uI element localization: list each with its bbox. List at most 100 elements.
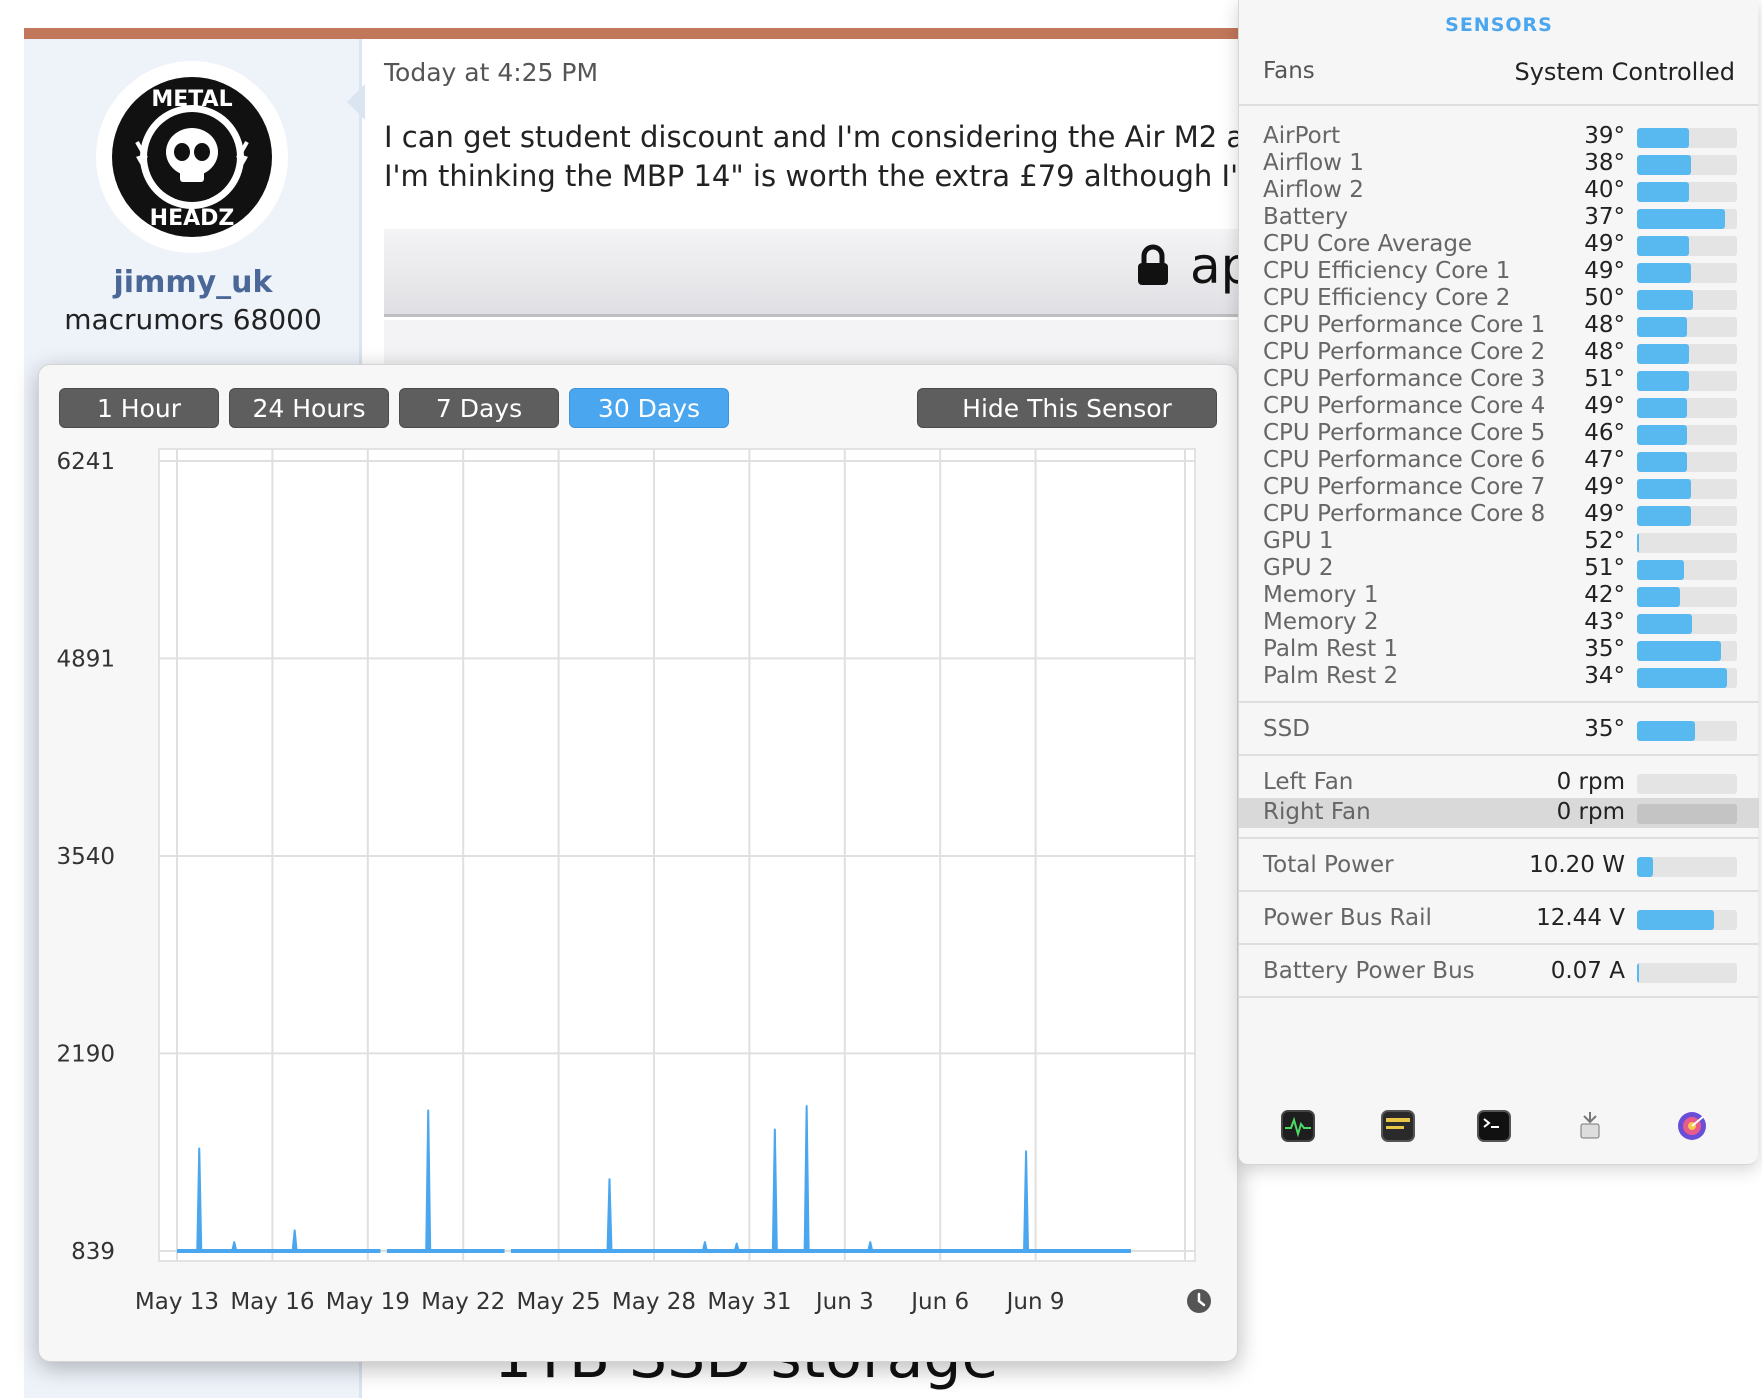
terminal-icon[interactable] [1477, 1110, 1511, 1142]
sensor-name: CPU Performance Core 3 [1263, 366, 1546, 392]
sensor-row[interactable]: SSD 35° [1239, 715, 1759, 745]
sensor-name: Battery Power Bus [1263, 958, 1475, 984]
sensor-level-bar [1637, 587, 1737, 607]
sensor-row[interactable]: Total Power 10.20 W [1239, 851, 1759, 881]
sensor-value: 52° [1584, 528, 1625, 554]
sensor-row[interactable]: CPU Performance Core 4 49° [1239, 392, 1759, 422]
sensor-row[interactable]: CPU Efficiency Core 2 50° [1239, 284, 1759, 314]
chart-grid [158, 448, 1196, 1262]
sensor-name: SSD [1263, 716, 1310, 742]
y-tick-label: 3540 [56, 844, 115, 870]
x-axis-ticks: May 13 May 16 May 19 May 22 May 25 May 28 May … [135, 1289, 1065, 1315]
disk-utility-icon[interactable] [1675, 1110, 1709, 1142]
sensor-value: 49° [1584, 393, 1625, 419]
sensor-level-fill [1637, 425, 1687, 445]
sensor-row[interactable]: Left Fan 0 rpm [1239, 768, 1759, 798]
sensor-level-fill [1637, 128, 1689, 148]
sensor-level-fill [1637, 479, 1691, 499]
y-tick-label: 839 [71, 1239, 115, 1265]
sensor-row[interactable]: Battery 37° [1239, 203, 1759, 233]
sensor-level-fill [1637, 506, 1691, 526]
y-tick-label: 4891 [56, 646, 115, 672]
sensor-name: Airflow 1 [1263, 150, 1364, 176]
sensor-row[interactable]: CPU Performance Core 2 48° [1239, 338, 1759, 368]
sensor-value: 48° [1584, 312, 1625, 338]
sensor-value: 10.20 W [1529, 852, 1625, 878]
sensor-level-fill [1637, 290, 1693, 310]
sensor-value: 0 rpm [1556, 769, 1625, 795]
sensor-row[interactable]: GPU 1 52° [1239, 527, 1759, 557]
sensor-row[interactable]: CPU Efficiency Core 1 49° [1239, 257, 1759, 287]
sensor-level-fill [1637, 317, 1687, 337]
y-tick-label: 6241 [56, 449, 115, 475]
sensor-name: AirPort [1263, 123, 1341, 149]
sensor-level-bar [1637, 155, 1737, 175]
sensor-row[interactable]: CPU Performance Core 8 49° [1239, 500, 1759, 530]
sensor-divider [1239, 996, 1759, 998]
sensor-level-bar [1637, 479, 1737, 499]
x-tick-label: May 19 [326, 1289, 410, 1315]
sensor-name: Airflow 2 [1263, 177, 1364, 203]
clock-icon[interactable] [1187, 1289, 1211, 1313]
sensor-row[interactable]: Right Fan 0 rpm [1239, 798, 1759, 828]
sensor-name: GPU 2 [1263, 555, 1334, 581]
sensor-history-window: 1 Hour 24 Hours 7 Days 30 Days Hide This… [38, 364, 1238, 1362]
sensor-value: 50° [1584, 285, 1625, 311]
activity-monitor-icon[interactable] [1281, 1110, 1315, 1142]
fans-mode-row[interactable]: Fans System Controlled [1239, 56, 1759, 106]
sensor-divider [1239, 701, 1759, 703]
sensor-row[interactable]: CPU Core Average 49° [1239, 230, 1759, 260]
sensor-name: Total Power [1263, 852, 1394, 878]
y-axis-ticks: 6241 4891 3540 2190 839 [56, 449, 115, 1265]
sensor-name: Memory 2 [1263, 609, 1379, 635]
x-tick-label: May 31 [707, 1289, 791, 1315]
sensor-row[interactable]: Palm Rest 1 35° [1239, 635, 1759, 665]
sensor-level-bar [1637, 910, 1737, 930]
sensor-row[interactable]: Battery Power Bus 0.07 A [1239, 957, 1759, 987]
sensor-row[interactable]: Memory 2 43° [1239, 608, 1759, 638]
sensor-row[interactable]: Palm Rest 2 34° [1239, 662, 1759, 692]
user-title: macrumors 68000 [64, 303, 322, 336]
sensor-level-bar [1637, 452, 1737, 472]
sensor-value: 12.44 V [1536, 905, 1625, 931]
sensor-name: GPU 1 [1263, 528, 1334, 554]
sensor-row[interactable]: Memory 1 42° [1239, 581, 1759, 611]
sensors-title: SENSORS [1445, 14, 1553, 36]
sensor-name: CPU Performance Core 6 [1263, 447, 1546, 473]
sensor-name: Battery [1263, 204, 1349, 230]
avatar[interactable]: METAL HEADZ [96, 61, 288, 253]
sensor-row[interactable]: AirPort 39° [1239, 122, 1759, 152]
sensor-row[interactable]: GPU 2 51° [1239, 554, 1759, 584]
sensor-row[interactable]: CPU Performance Core 6 47° [1239, 446, 1759, 476]
sensor-row[interactable]: CPU Performance Core 5 46° [1239, 419, 1759, 449]
system-information-icon[interactable] [1573, 1110, 1607, 1142]
sensor-level-bar [1637, 668, 1737, 688]
sensor-level-bar [1637, 182, 1737, 202]
sensor-level-fill [1637, 963, 1639, 983]
sensor-value: 39° [1584, 123, 1625, 149]
sensor-row[interactable]: Airflow 1 38° [1239, 149, 1759, 179]
sensor-row[interactable]: Power Bus Rail 12.44 V [1239, 904, 1759, 934]
sensor-level-bar [1637, 263, 1737, 283]
sensor-name: CPU Performance Core 2 [1263, 339, 1546, 365]
sensor-level-bar [1637, 128, 1737, 148]
embedded-content [384, 320, 1244, 370]
fans-mode-value[interactable]: System Controlled [1514, 58, 1735, 86]
console-icon[interactable] [1381, 1110, 1415, 1142]
sensor-level-fill [1637, 560, 1684, 580]
sensor-level-fill [1637, 614, 1692, 634]
sensor-value: 47° [1584, 447, 1625, 473]
sensor-row[interactable]: Airflow 2 40° [1239, 176, 1759, 206]
sensor-row[interactable]: CPU Performance Core 3 51° [1239, 365, 1759, 395]
sensor-level-bar [1637, 774, 1737, 794]
sensor-level-fill [1637, 209, 1725, 229]
sensor-value: 35° [1584, 716, 1625, 742]
sensor-row[interactable]: CPU Performance Core 7 49° [1239, 473, 1759, 503]
post-time[interactable]: Today at 4:25 PM [384, 58, 598, 87]
sensor-value: 49° [1584, 258, 1625, 284]
sensor-name: CPU Performance Core 8 [1263, 501, 1546, 527]
sensor-value: 37° [1584, 204, 1625, 230]
sensor-row[interactable]: CPU Performance Core 1 48° [1239, 311, 1759, 341]
sensor-value: 48° [1584, 339, 1625, 365]
username[interactable]: jimmy_uk [24, 265, 362, 300]
